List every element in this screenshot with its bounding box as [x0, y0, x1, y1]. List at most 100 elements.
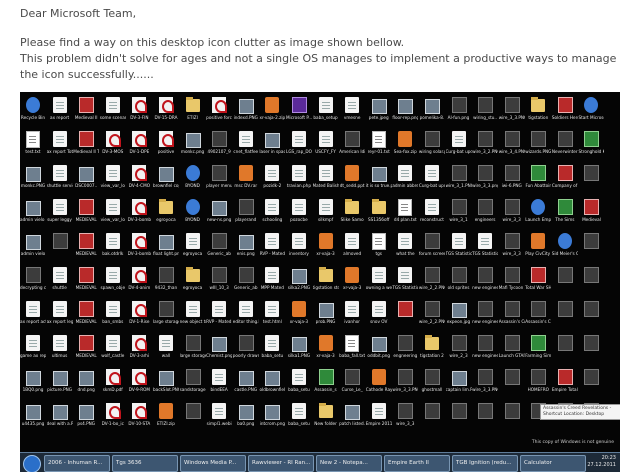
- desktop-icon[interactable]: laser in space.png: [259, 128, 285, 162]
- desktop-icon[interactable]: playerand: [233, 196, 259, 230]
- desktop-icon[interactable]: xr-vaja-3: [313, 230, 339, 264]
- desktop-icon[interactable]: wire_3_3: [499, 196, 525, 230]
- desktop-icon[interactable]: [47, 230, 73, 264]
- desktop-icon[interactable]: Launch Empire: [525, 196, 551, 230]
- desktop-icon[interactable]: Curse_Le_: [339, 366, 365, 400]
- desktop-icon[interactable]: new object tree: [180, 298, 206, 332]
- desktop-icon[interactable]: Recycle Bin: [20, 94, 46, 128]
- desktop-icon[interactable]: ba0.png: [233, 400, 259, 434]
- desktop-icon[interactable]: MEDIEVAL: [73, 332, 99, 366]
- desktop-icon[interactable]: oddbit.png: [366, 332, 392, 366]
- desktop-icon[interactable]: wire_3_3: [392, 400, 418, 434]
- desktop-icon[interactable]: Generic_ab: [233, 264, 259, 298]
- desktop-icon[interactable]: Curg-bat update: [446, 128, 472, 162]
- desktop-icon[interactable]: Soldiers Heroes: [552, 94, 578, 128]
- desktop-icon[interactable]: TGS Statistics: [392, 264, 418, 298]
- desktop-icon[interactable]: dt_sedd.ppt: [339, 162, 365, 196]
- desktop-icon[interactable]: silka1.PNG: [286, 332, 312, 366]
- desktop-icon[interactable]: BYOND: [180, 162, 206, 196]
- desktop-icon[interactable]: engneering: [392, 332, 418, 366]
- desktop-icon[interactable]: DV-3-bomb: [126, 230, 152, 264]
- desktop-icon[interactable]: egroyoca: [180, 264, 206, 298]
- desktop-icon[interactable]: d4 plan.txt: [392, 196, 418, 230]
- desktop-icon[interactable]: xr-vaja-2.zip: [259, 94, 285, 128]
- desktop-icon[interactable]: DV-4-CMO: [126, 162, 152, 196]
- desktop-icon[interactable]: ax report: [47, 94, 73, 128]
- desktop-icon[interactable]: wire_3_3.PNG: [392, 366, 418, 400]
- desktop-icon[interactable]: tgs: [366, 230, 392, 264]
- desktop-icon[interactable]: baba_setu: [259, 332, 285, 366]
- desktop-icon[interactable]: Chemist.png: [206, 332, 232, 366]
- desktop-icon[interactable]: xr-vaja-3: [339, 264, 365, 298]
- desktop-icon[interactable]: wire_3_3.png: [472, 162, 498, 196]
- desktop-icon[interactable]: vmesne: [339, 94, 365, 128]
- desktop-icon[interactable]: editor thing.html: [233, 298, 259, 332]
- desktop-icon[interactable]: Play CivCity Rome: [525, 230, 551, 264]
- desktop-icon[interactable]: Medieval II Total Wa: [73, 128, 99, 162]
- desktop-icon[interactable]: Empire 2011-12-24: [366, 400, 392, 434]
- desktop-icon[interactable]: wire_2_2.PNG: [419, 298, 445, 332]
- desktop-icon[interactable]: schooling: [259, 196, 285, 230]
- desktop-icon[interactable]: wall: [153, 332, 179, 366]
- desktop-icon[interactable]: Fun Abattoir: [525, 162, 551, 196]
- desktop-icon[interactable]: Microsoft P...: [286, 94, 312, 128]
- desktop-icon[interactable]: silka2.PNG: [286, 264, 312, 298]
- desktop-icon[interactable]: [578, 230, 604, 264]
- taskbar-button[interactable]: New 2 - Notepa...: [316, 455, 382, 472]
- taskbar-button[interactable]: Tgs 3636: [112, 455, 178, 472]
- desktop-icon[interactable]: wiring_stu..: [472, 94, 498, 128]
- desktop-icon[interactable]: LGS_rap_DO: [286, 128, 312, 162]
- desktop-icon[interactable]: 4902107_9: [206, 128, 232, 162]
- taskbar-button[interactable]: 2006 - Inhuman R...: [44, 455, 110, 472]
- desktop-icon[interactable]: Slike Samo: [339, 196, 365, 230]
- desktop-icon[interactable]: floor-rep.png: [392, 94, 418, 128]
- system-tray-clock[interactable]: 20:23 27.12.2011: [587, 455, 616, 469]
- desktop-icon[interactable]: ETIZI.zip: [153, 400, 179, 434]
- desktop-icon[interactable]: Medieval II: [73, 94, 99, 128]
- desktop-icon[interactable]: egroyoca: [180, 230, 206, 264]
- desktop-icon[interactable]: Cathode Ray Tube.ppt: [366, 366, 392, 400]
- desktop-icon[interactable]: wiring solar.png: [419, 128, 445, 162]
- desktop-icon[interactable]: New folder: [313, 400, 339, 434]
- desktop-icon[interactable]: wire_3_2.PNG: [472, 128, 498, 162]
- desktop-icon[interactable]: DV-4-anim: [126, 264, 152, 298]
- desktop-icon[interactable]: Empire Total War: [552, 366, 578, 400]
- desktop-icon[interactable]: spawn_obje: [100, 264, 126, 298]
- desktop-icon[interactable]: new engineerng: [472, 332, 498, 366]
- desktop-icon[interactable]: Curg-bat update: [419, 162, 445, 196]
- desktop-icon[interactable]: pete.jpeg: [366, 94, 392, 128]
- desktop-icon[interactable]: [578, 298, 604, 332]
- desktop-icon[interactable]: DV-1-Rise: [126, 298, 152, 332]
- desktop-icon[interactable]: backSlot.PNG: [153, 366, 179, 400]
- desktop-icon[interactable]: sandstorage: [180, 366, 206, 400]
- desktop-icon[interactable]: float light.png: [153, 230, 179, 264]
- desktop-icon[interactable]: RVP - Mated: [259, 230, 285, 264]
- desktop-icon[interactable]: oldbrownfiel: [259, 366, 285, 400]
- desktop-icon[interactable]: DV-1-bo_ic: [100, 400, 126, 434]
- desktop-icon[interactable]: positive force: [206, 94, 232, 128]
- desktop-icon[interactable]: DV-1-DPE: [126, 128, 152, 162]
- desktop-icon[interactable]: Assassin's Creed: [499, 298, 525, 332]
- desktop-icon[interactable]: DSC0007..: [73, 162, 99, 196]
- desktop-icon[interactable]: wizards.PNG: [525, 128, 551, 162]
- desktop-icon[interactable]: Sea-fox.zip: [392, 128, 418, 162]
- desktop-icon[interactable]: poorly drawn: [233, 332, 259, 366]
- desktop-icon[interactable]: ps4.PNG: [73, 400, 99, 434]
- desktop-icon[interactable]: ultimus: [47, 332, 73, 366]
- desktop-icon[interactable]: wire_3_3.PNG: [499, 94, 525, 128]
- desktop-icon[interactable]: ax report leggy: [47, 298, 73, 332]
- desktop-icon[interactable]: deal with a.PNG: [47, 400, 73, 434]
- desktop-icon[interactable]: u4435.png: [20, 400, 46, 434]
- desktop-icon[interactable]: enis.png: [233, 230, 259, 264]
- desktop-icon[interactable]: wire_3_1.PNG: [446, 162, 472, 196]
- desktop-icon[interactable]: view_var_lo: [100, 162, 126, 196]
- desktop-icon[interactable]: HOMEFRO: [525, 366, 551, 400]
- desktop-icon[interactable]: admin vielo 4.PNG: [20, 196, 46, 230]
- desktop-icon[interactable]: reconstruct: [419, 196, 445, 230]
- desktop-icon[interactable]: [552, 332, 578, 366]
- desktop-icon[interactable]: baba_setu: [286, 366, 312, 400]
- desktop-icon[interactable]: baba_setup: [313, 94, 339, 128]
- desktop-icon[interactable]: brownfiel copy.png: [153, 162, 179, 196]
- desktop-icon[interactable]: [552, 298, 578, 332]
- desktop-icon[interactable]: MEDIEVAL: [73, 264, 99, 298]
